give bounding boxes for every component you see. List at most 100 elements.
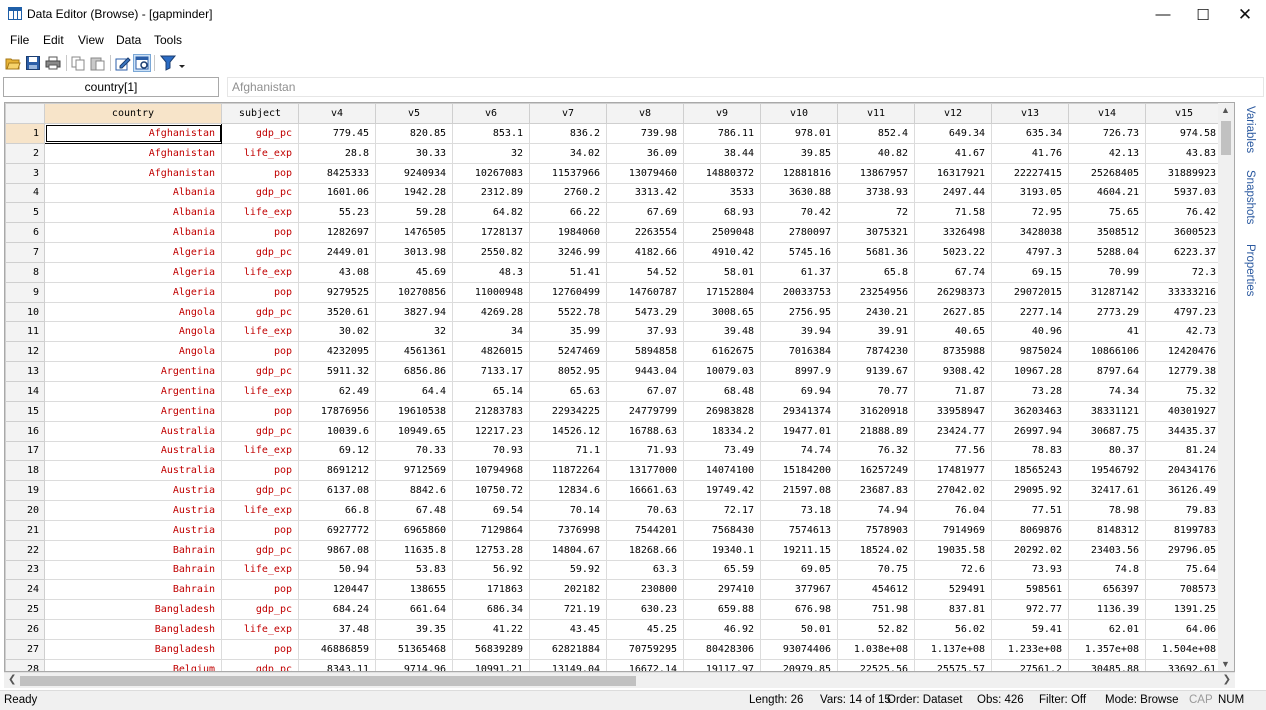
cell-value[interactable]: 5522.78 (529, 301, 607, 323)
cell-value[interactable]: 8343.11 (298, 658, 376, 671)
cell-value[interactable]: 48.3 (452, 261, 530, 283)
cell-value[interactable]: 454612 (837, 579, 915, 601)
cell-value[interactable]: 74.74 (760, 440, 838, 462)
scroll-up-icon[interactable]: ▲ (1221, 105, 1230, 115)
cell-value[interactable]: 39.85 (760, 142, 838, 164)
cell-value[interactable]: 68.48 (683, 380, 761, 402)
cell-value[interactable]: 1.504e+08 (1145, 638, 1223, 660)
cell-subject[interactable]: pop (221, 519, 299, 541)
cell-subject[interactable]: pop (221, 638, 299, 660)
cell-value[interactable]: 19211.15 (760, 539, 838, 561)
cell-value[interactable]: 1136.39 (1068, 599, 1146, 621)
cell-value[interactable]: 41.22 (452, 619, 530, 640)
cell-value[interactable]: 19035.58 (914, 539, 992, 561)
cell-value[interactable]: 11635.8 (375, 539, 453, 561)
cell-value[interactable]: 20033753 (760, 281, 838, 303)
cell-value[interactable]: 1984060 (529, 222, 607, 244)
row-number[interactable]: 28 (5, 658, 45, 671)
cell-value[interactable]: 2627.85 (914, 301, 992, 323)
cell-value[interactable]: 34 (452, 321, 530, 343)
cell-subject[interactable]: pop (221, 460, 299, 482)
cell-value[interactable]: 69.12 (298, 440, 376, 462)
cell-value[interactable]: 15184200 (760, 460, 838, 482)
cell-value[interactable]: 5911.32 (298, 361, 376, 382)
cell-value[interactable]: 3428038 (991, 222, 1069, 244)
menu-tools[interactable]: Tools (154, 33, 182, 47)
cell-value[interactable]: 70.42 (760, 202, 838, 224)
cell-value[interactable]: 72 (837, 202, 915, 224)
cell-value[interactable]: 29796.05 (1145, 539, 1223, 561)
cell-country[interactable]: Afghanistan (44, 123, 222, 144)
cell-value[interactable]: 77.56 (914, 440, 992, 462)
cell-value[interactable]: 76.04 (914, 500, 992, 521)
cell-value[interactable]: 29341374 (760, 400, 838, 422)
row-number[interactable]: 8 (5, 261, 45, 283)
cell-value[interactable]: 837.81 (914, 599, 992, 621)
cell-country[interactable]: Angola (44, 321, 222, 343)
cell-value[interactable]: 35.99 (529, 321, 607, 343)
cell-value[interactable]: 686.34 (452, 599, 530, 621)
cell-value[interactable]: 17152804 (683, 281, 761, 303)
cell-value[interactable]: 10794968 (452, 460, 530, 482)
cell-value[interactable]: 38331121 (1068, 400, 1146, 422)
cell-country[interactable]: Argentina (44, 380, 222, 402)
cell-value[interactable]: 5681.36 (837, 242, 915, 263)
cell-value[interactable]: 739.98 (606, 123, 684, 144)
cell-value[interactable]: 2550.82 (452, 242, 530, 263)
cell-value[interactable]: 529491 (914, 579, 992, 601)
cell-value[interactable]: 67.69 (606, 202, 684, 224)
grid-corner[interactable] (5, 103, 45, 124)
cell-value[interactable]: 29095.92 (991, 480, 1069, 502)
column-header-v5[interactable]: v5 (375, 103, 453, 124)
cell-value[interactable]: 12881816 (760, 162, 838, 184)
cell-value[interactable]: 4826015 (452, 341, 530, 363)
cell-value[interactable]: 73.28 (991, 380, 1069, 402)
browse-mode-icon[interactable] (133, 54, 151, 72)
cell-value[interactable]: 5745.16 (760, 242, 838, 263)
cell-value[interactable]: 26298373 (914, 281, 992, 303)
cell-value[interactable]: 19610538 (375, 400, 453, 422)
cell-value[interactable]: 65.14 (452, 380, 530, 402)
cell-value[interactable]: 2277.14 (991, 301, 1069, 323)
cell-value[interactable]: 3600523 (1145, 222, 1223, 244)
cell-value[interactable]: 852.4 (837, 123, 915, 144)
cell-value[interactable]: 3508512 (1068, 222, 1146, 244)
cell-value[interactable]: 12217.23 (452, 420, 530, 442)
cell-value[interactable]: 69.54 (452, 500, 530, 521)
cell-value[interactable]: 67.07 (606, 380, 684, 402)
cell-value[interactable]: 13149.04 (529, 658, 607, 671)
cell-value[interactable]: 80428306 (683, 638, 761, 660)
row-number[interactable]: 4 (5, 182, 45, 204)
cell-value[interactable]: 9443.04 (606, 361, 684, 382)
cell-value[interactable]: 43.08 (298, 261, 376, 283)
cell-subject[interactable]: gdp_pc (221, 301, 299, 323)
vertical-scroll-thumb[interactable] (1221, 121, 1231, 155)
cell-value[interactable]: 138655 (375, 579, 453, 601)
cell-subject[interactable]: gdp_pc (221, 480, 299, 502)
cell-value[interactable]: 70.93 (452, 440, 530, 462)
cell-subject[interactable]: gdp_pc (221, 242, 299, 263)
cell-value[interactable]: 30485.88 (1068, 658, 1146, 671)
cell-value[interactable]: 1.233e+08 (991, 638, 1069, 660)
cell-value[interactable]: 3013.98 (375, 242, 453, 263)
menu-file[interactable]: File (10, 33, 29, 47)
paste-icon[interactable] (89, 54, 107, 72)
tab-properties[interactable]: Properties (1244, 244, 1256, 296)
cell-value[interactable]: 11000948 (452, 281, 530, 303)
cell-value[interactable]: 1.137e+08 (914, 638, 992, 660)
cell-value[interactable]: 70.63 (606, 500, 684, 521)
cell-value[interactable]: 11872264 (529, 460, 607, 482)
scroll-right-icon[interactable]: ❯ (1223, 674, 1231, 685)
cell-value[interactable]: 1.038e+08 (837, 638, 915, 660)
column-header-v7[interactable]: v7 (529, 103, 607, 124)
cell-value[interactable]: 39.48 (683, 321, 761, 343)
cell-value[interactable]: 10967.28 (991, 361, 1069, 382)
cell-country[interactable]: Bangladesh (44, 619, 222, 640)
cell-value[interactable]: 3326498 (914, 222, 992, 244)
cell-value[interactable]: 9139.67 (837, 361, 915, 382)
cell-value[interactable]: 3520.61 (298, 301, 376, 323)
cell-value[interactable]: 16788.63 (606, 420, 684, 442)
cell-value[interactable]: 34435.37 (1145, 420, 1223, 442)
cell-value[interactable]: 45.25 (606, 619, 684, 640)
cell-value[interactable]: 19477.01 (760, 420, 838, 442)
